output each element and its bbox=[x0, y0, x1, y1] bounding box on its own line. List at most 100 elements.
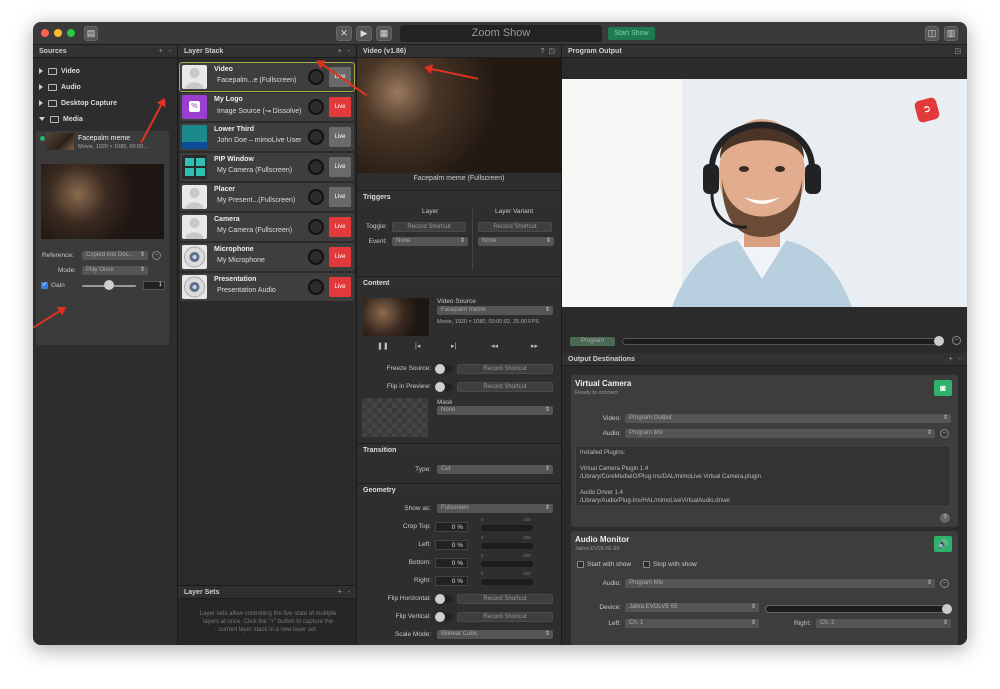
pause-icon[interactable]: ❚❚ bbox=[377, 342, 389, 350]
scale-mode-popup[interactable]: Bilinear Cubic bbox=[437, 630, 553, 639]
layer-add-button[interactable]: + - bbox=[338, 45, 350, 58]
flip-vertical-shortcut[interactable]: Record Shortcut bbox=[457, 612, 553, 622]
volume-knob-icon[interactable] bbox=[308, 69, 324, 85]
crop-left-slider[interactable] bbox=[481, 543, 533, 549]
audio-monitor-live-icon[interactable]: 🔊 bbox=[934, 536, 952, 552]
am-audio-remove-icon[interactable]: – bbox=[940, 579, 949, 588]
am-right-popup[interactable]: Ch. 2 bbox=[816, 619, 951, 628]
fast-forward-icon[interactable]: ▸▸ bbox=[531, 342, 538, 350]
transition-type-popup[interactable]: Cut bbox=[437, 465, 553, 474]
close-x-icon[interactable]: ✕ bbox=[336, 26, 352, 41]
output-add-button[interactable]: + - bbox=[949, 353, 961, 366]
freeze-shortcut[interactable]: Record Shortcut bbox=[457, 364, 553, 374]
vc-video-popup[interactable]: Program Output bbox=[625, 414, 951, 423]
skip-start-icon[interactable]: |◂ bbox=[415, 342, 420, 350]
disclosure-arrow-icon[interactable] bbox=[39, 68, 43, 75]
crop-left-field[interactable]: 0 % bbox=[435, 540, 468, 550]
video-source-popup[interactable]: Facepalm meme bbox=[437, 306, 553, 315]
volume-knob-icon[interactable] bbox=[308, 129, 324, 145]
start-with-show-checkbox[interactable] bbox=[577, 561, 584, 568]
source-group-video[interactable]: Video bbox=[33, 64, 177, 80]
disclosure-arrow-icon[interactable] bbox=[39, 84, 43, 91]
start-show-button[interactable]: Start Show bbox=[608, 27, 655, 40]
toggle-variant-shortcut[interactable]: Record Shortcut bbox=[478, 222, 552, 232]
crop-bottom-slider[interactable] bbox=[481, 561, 533, 567]
live-toggle-button[interactable]: Live bbox=[329, 247, 351, 267]
volume-knob-icon[interactable] bbox=[308, 159, 324, 175]
layout-icon[interactable]: ◫ bbox=[925, 26, 939, 41]
camera-icon[interactable]: ▶ bbox=[356, 26, 372, 41]
flip-preview-toggle[interactable] bbox=[435, 382, 453, 392]
program-volume-meter[interactable] bbox=[622, 338, 942, 345]
volume-knob-icon[interactable] bbox=[308, 99, 324, 115]
show-as-popup[interactable]: Fullscreen bbox=[437, 504, 553, 513]
mode-popup[interactable]: Play Once bbox=[82, 266, 148, 275]
reference-popup[interactable]: Copied into Doc... bbox=[82, 251, 148, 260]
live-toggle-button[interactable]: Live bbox=[329, 157, 351, 177]
gain-value-field[interactable]: 1 bbox=[143, 281, 165, 290]
layer-row[interactable]: Camera My Camera (Fullscreen) Live bbox=[180, 213, 354, 241]
gain-slider-knob[interactable] bbox=[104, 280, 114, 290]
layer-row[interactable]: Placer My Present...(Fullscreen) Live bbox=[180, 183, 354, 211]
source-group-desktop-capture[interactable]: Desktop Capture bbox=[33, 96, 177, 112]
live-toggle-button[interactable]: Live bbox=[329, 187, 351, 207]
event-variant-popup[interactable]: None bbox=[478, 237, 554, 246]
crop-right-field[interactable]: 0 % bbox=[435, 576, 468, 586]
rewind-icon[interactable]: ◂◂ bbox=[491, 342, 498, 350]
flip-horizontal-shortcut[interactable]: Record Shortcut bbox=[457, 594, 553, 604]
volume-knob-icon[interactable] bbox=[308, 279, 324, 295]
layer-row[interactable]: PIP Window My Camera (Fullscreen) Live bbox=[180, 153, 354, 181]
sources-add-button[interactable]: + - bbox=[159, 45, 171, 58]
volume-knob-icon[interactable] bbox=[308, 249, 324, 265]
flip-preview-shortcut[interactable]: Record Shortcut bbox=[457, 382, 553, 392]
zoom-window-button[interactable] bbox=[67, 29, 75, 37]
layer-row[interactable]: Lower Third John Doe – mimoLive User Live bbox=[180, 123, 354, 151]
layer-row[interactable]: Presentation Presentation Audio Live bbox=[180, 273, 354, 301]
close-window-button[interactable] bbox=[41, 29, 49, 37]
sidebar-toggle-icon[interactable]: ▤ bbox=[84, 26, 98, 41]
split-view-icon[interactable]: ▥ bbox=[944, 26, 958, 41]
event-layer-popup[interactable]: None bbox=[392, 237, 468, 246]
vc-audio-remove-icon[interactable]: – bbox=[940, 429, 949, 438]
popout-icon[interactable]: ◳ bbox=[954, 45, 961, 58]
vc-audio-popup[interactable]: Program Mix bbox=[625, 429, 935, 438]
toggle-layer-shortcut[interactable]: Record Shortcut bbox=[392, 222, 466, 232]
program-volume-knob[interactable] bbox=[934, 336, 944, 346]
flip-vertical-toggle[interactable] bbox=[435, 612, 453, 622]
live-toggle-button[interactable]: Live bbox=[329, 217, 351, 237]
virtual-camera-live-icon[interactable]: ◙ bbox=[934, 380, 952, 396]
mask-popup[interactable]: None bbox=[437, 406, 553, 415]
monitor-volume-slider[interactable] bbox=[765, 605, 951, 613]
live-toggle-button[interactable]: Live bbox=[329, 97, 351, 117]
live-toggle-button[interactable]: Live bbox=[329, 127, 351, 147]
am-audio-popup[interactable]: Program Mix bbox=[625, 579, 935, 588]
freeze-source-toggle[interactable] bbox=[435, 364, 453, 374]
mask-preview[interactable] bbox=[362, 398, 428, 437]
source-group-audio[interactable]: Audio bbox=[33, 80, 177, 96]
skip-end-icon[interactable]: ▸| bbox=[451, 342, 456, 350]
live-toggle-button[interactable]: Live bbox=[329, 277, 351, 297]
volume-knob-icon[interactable] bbox=[308, 189, 324, 205]
crop-bottom-field[interactable]: 0 % bbox=[435, 558, 468, 568]
layer-row[interactable]: Microphone My Microphone Live bbox=[180, 243, 354, 271]
disclosure-arrow-icon[interactable] bbox=[39, 117, 45, 122]
monitor-volume-knob[interactable] bbox=[942, 604, 952, 614]
vc-help-button[interactable]: ? bbox=[940, 513, 950, 523]
disclosure-arrow-icon[interactable] bbox=[39, 100, 43, 107]
program-mute-icon[interactable]: – bbox=[952, 336, 961, 345]
stop-with-show-checkbox[interactable] bbox=[643, 561, 650, 568]
volume-knob-icon[interactable] bbox=[308, 219, 324, 235]
gain-checkbox[interactable]: ✓ bbox=[41, 282, 48, 289]
flip-horizontal-toggle[interactable] bbox=[435, 594, 453, 604]
remove-circle-icon[interactable]: – bbox=[152, 251, 161, 260]
crop-top-slider[interactable] bbox=[481, 525, 533, 531]
keyboard-icon[interactable]: ▦ bbox=[376, 26, 392, 41]
layer-row[interactable]: % My Logo Image Source (↝ Dissolve) Live bbox=[180, 93, 354, 121]
inspector-help-icon[interactable]: ? ◳ bbox=[541, 45, 555, 58]
layer-sets-add-button[interactable]: + - bbox=[338, 586, 350, 599]
minimize-window-button[interactable] bbox=[54, 29, 62, 37]
crop-top-field[interactable]: 0 % bbox=[435, 522, 468, 532]
am-left-popup[interactable]: Ch. 1 bbox=[625, 619, 759, 628]
am-device-popup[interactable]: Jabra EVOLVE 65 bbox=[625, 603, 759, 612]
crop-right-slider[interactable] bbox=[481, 579, 533, 585]
